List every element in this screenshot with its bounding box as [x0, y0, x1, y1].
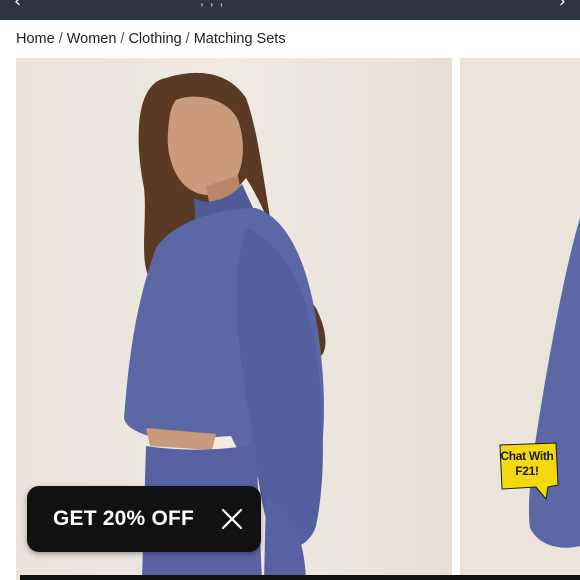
chat-button[interactable]: Chat With F21! — [496, 441, 560, 503]
discount-banner[interactable]: GET 20% OFF — [27, 486, 261, 552]
breadcrumb-matching-sets: Matching Sets — [193, 31, 286, 47]
chat-label-line2: F21! — [515, 464, 539, 478]
chat-label: Chat With F21! — [496, 449, 558, 479]
close-icon[interactable] — [220, 507, 244, 531]
banner-text: , , , — [200, 0, 225, 8]
breadcrumb: Home / Women / Clothing / Matching Sets — [16, 31, 286, 47]
bottom-bar — [20, 575, 580, 580]
discount-text: GET 20% OFF — [53, 507, 195, 530]
breadcrumb-separator: / — [120, 31, 125, 47]
breadcrumb-separator: / — [58, 31, 63, 47]
top-banner: ‹ , , , › — [0, 0, 580, 20]
breadcrumb-clothing[interactable]: Clothing — [128, 31, 181, 47]
chevron-right-icon[interactable]: › — [559, 0, 566, 11]
chevron-left-icon[interactable]: ‹ — [14, 0, 21, 11]
breadcrumb-women[interactable]: Women — [67, 31, 117, 47]
breadcrumb-home[interactable]: Home — [16, 31, 55, 47]
chat-label-line1: Chat With — [500, 449, 554, 463]
breadcrumb-separator: / — [185, 31, 190, 47]
